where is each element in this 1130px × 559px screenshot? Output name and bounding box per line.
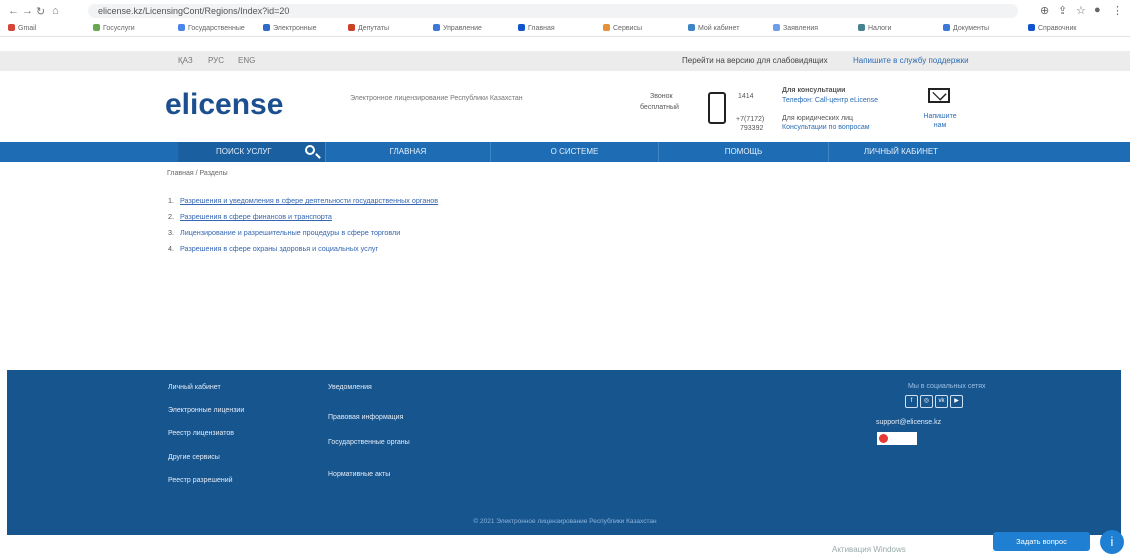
lang-en[interactable]: ENG — [238, 56, 255, 65]
breadcrumb[interactable]: Главная / Разделы — [167, 170, 228, 177]
bookmark-item[interactable]: Справочник — [1028, 24, 1077, 32]
support-link[interactable]: Напишите в службу поддержки — [853, 56, 969, 65]
bookmark-icon — [603, 24, 610, 31]
logo-subtitle: Электронное лицензирование Республики Ка… — [350, 95, 523, 102]
bookmark-item[interactable]: Мой кабинет — [688, 24, 739, 32]
support-email[interactable]: support@elicense.kz — [876, 418, 941, 427]
bookmark-icon — [1028, 24, 1035, 31]
bookmark-item[interactable]: Налоги — [858, 24, 891, 32]
reload-icon[interactable]: ↻ — [36, 5, 45, 18]
profile-icon[interactable]: ● — [1094, 4, 1101, 16]
bookmark-icon — [773, 24, 780, 31]
contact-line-a[interactable]: Телефон: Call-центр eLicense — [782, 96, 878, 105]
nav-help[interactable]: ПОМОЩЬ — [659, 142, 829, 162]
nav-home[interactable]: ГЛАВНАЯ — [326, 142, 491, 162]
bookmark-icon — [858, 24, 865, 31]
section-link[interactable]: Разрешения в сфере охраны здоровья и соц… — [180, 244, 378, 253]
phone-long: +7(7172) — [736, 116, 765, 123]
nav-cabinet[interactable]: ЛИЧНЫЙ КАБИНЕТ — [829, 142, 973, 162]
zoom-icon[interactable]: ⊕ — [1040, 4, 1049, 17]
footer-link[interactable]: Реестр разрешений — [168, 476, 233, 485]
call-sub: бесплатный — [640, 104, 679, 111]
windows-activation: Активация Windows — [832, 545, 906, 554]
accessibility-link[interactable]: Перейти на версию для слабовидящих — [682, 56, 828, 65]
section-link[interactable]: Лицензирование и разрешительные процедур… — [180, 228, 400, 237]
lang-kz[interactable]: ҚАЗ — [178, 56, 193, 65]
site-topbar: ҚАЗ РУС ENG Перейти на версию для слабов… — [0, 51, 1130, 71]
call-label: Звонок — [650, 93, 673, 100]
list-item[interactable]: 4. Разрешения в сфере охраны здоровья и с… — [168, 243, 438, 255]
search-icon[interactable] — [305, 145, 315, 155]
ask-question-button[interactable]: Задать вопрос — [993, 532, 1090, 551]
section-list: 1. Разрешения и уведомления в сфере деяте… — [168, 195, 438, 259]
bookmark-item[interactable]: Заявления — [773, 24, 818, 32]
footer-link[interactable]: Государственные органы — [328, 438, 410, 447]
browser-toolbar: ← → ↻ ⌂ elicense.kz/LicensingCont/Region… — [0, 0, 1130, 22]
bookmark-item[interactable]: Сервисы — [603, 24, 642, 32]
footer-link[interactable]: Реестр лицензиатов — [168, 429, 234, 438]
back-icon[interactable]: ← — [8, 5, 19, 17]
youtube-icon[interactable]: ▶ — [950, 395, 963, 408]
bookmark-icon — [8, 24, 15, 31]
bookmark-item[interactable]: Управление — [433, 24, 482, 32]
bookmark-item[interactable]: Документы — [943, 24, 989, 32]
bookmark-item[interactable]: Государственные — [178, 24, 245, 32]
list-item[interactable]: 3. Лицензирование и разрешительные процед… — [168, 227, 438, 239]
bookmark-icon — [943, 24, 950, 31]
phone-short: 1414 — [738, 93, 754, 100]
section-link[interactable]: Разрешения и уведомления в сфере деятель… — [180, 196, 438, 205]
bookmark-icon — [433, 24, 440, 31]
bookmarks-bar: Gmail Госуслуги Государственные Электронные… — [0, 22, 1130, 37]
footer-link[interactable]: Другие сервисы — [168, 453, 220, 462]
footer-link[interactable]: Нормативные акты — [328, 470, 390, 479]
social-title: Мы в социальных сетях — [908, 383, 986, 390]
bookmark-icon — [688, 24, 695, 31]
phone-long-sub: 793392 — [740, 125, 764, 132]
nav-about[interactable]: О СИСТЕМЕ — [491, 142, 659, 162]
list-item[interactable]: 2. Разрешения в сфере финансов и транспор… — [168, 211, 438, 223]
footer-link[interactable]: Уведомления — [328, 383, 372, 392]
contact-line-c[interactable]: Консультации по вопросам — [782, 123, 870, 132]
phone-icon — [708, 92, 726, 124]
lang-ru[interactable]: РУС — [208, 56, 224, 65]
footer-link[interactable]: Личный кабинет — [168, 383, 221, 392]
star-icon[interactable]: ☆ — [1076, 4, 1086, 17]
bookmark-icon — [348, 24, 355, 31]
copyright: © 2021 Электронное лицензирование Респуб… — [473, 518, 657, 525]
bookmark-item[interactable]: Главная — [518, 24, 555, 32]
vk-icon[interactable]: vk — [935, 395, 948, 408]
social-icons: f ◎ vk ▶ — [905, 395, 965, 413]
bookmark-item[interactable]: Госуслуги — [93, 24, 135, 32]
mail-label[interactable]: Напишите нам — [920, 112, 960, 130]
bookmark-icon — [178, 24, 185, 31]
bookmark-item[interactable]: Электронные — [263, 24, 317, 32]
counter-badge — [877, 432, 917, 445]
footer-link[interactable]: Электронные лицензии — [168, 406, 244, 415]
address-bar[interactable]: elicense.kz/LicensingCont/Regions/Index?… — [88, 4, 1018, 18]
bookmark-icon — [518, 24, 525, 31]
list-item[interactable]: 1. Разрешения и уведомления в сфере деяте… — [168, 195, 438, 207]
nav-search[interactable]: ПОИСК УСЛУГ — [178, 142, 326, 162]
contact-line-b: Для юридических лиц — [782, 115, 854, 122]
help-chat-icon[interactable]: i — [1100, 530, 1124, 554]
bookmark-item[interactable]: Депутаты — [348, 24, 389, 32]
bookmark-icon — [263, 24, 270, 31]
instagram-icon[interactable]: ◎ — [920, 395, 933, 408]
share-icon[interactable]: ⇪ — [1058, 4, 1067, 17]
footer-link[interactable]: Правовая информация — [328, 413, 403, 422]
facebook-icon[interactable]: f — [905, 395, 918, 408]
bookmark-icon — [93, 24, 100, 31]
section-link[interactable]: Разрешения в сфере финансов и транспорта — [180, 212, 332, 221]
contact-title: Для консультации — [782, 87, 846, 94]
mail-icon[interactable] — [928, 88, 950, 103]
forward-icon[interactable]: → — [22, 5, 33, 17]
menu-icon[interactable]: ⋮ — [1112, 4, 1123, 17]
home-icon[interactable]: ⌂ — [52, 5, 59, 17]
bookmark-item[interactable]: Gmail — [8, 24, 36, 32]
nav-search-label: ПОИСК УСЛУГ — [216, 147, 272, 156]
logo[interactable]: elicense — [165, 88, 283, 122]
